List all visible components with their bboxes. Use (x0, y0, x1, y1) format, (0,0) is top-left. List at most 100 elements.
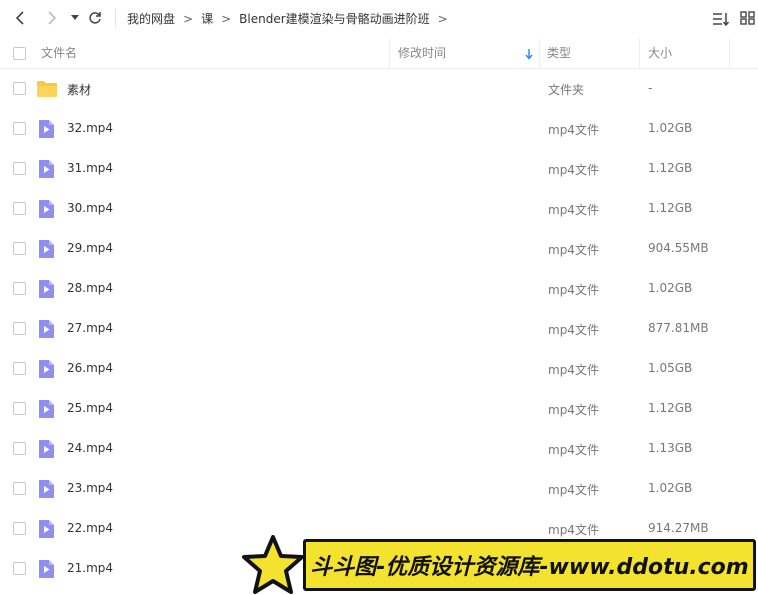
file-size: - (648, 81, 653, 95)
file-name[interactable]: 21.mp4 (67, 561, 113, 575)
file-size: 914.27MB (648, 521, 709, 535)
row-checkbox[interactable] (13, 282, 26, 295)
column-header-type[interactable]: 类型 (547, 38, 571, 69)
file-size: 1.13GB (648, 441, 693, 455)
breadcrumb: 我的网盘 > 课 > Blender建模渲染与骨骼动画进阶班 > (127, 10, 456, 27)
sort-button[interactable] (711, 9, 731, 29)
watermark: 斗斗图-优质设计资源库-www.ddotu.com (240, 534, 758, 595)
folder-icon (36, 79, 57, 99)
file-row[interactable]: 29.mp4 mp4文件 904.55MB (0, 229, 758, 269)
file-size: 1.12GB (648, 201, 693, 215)
column-divider[interactable] (539, 38, 540, 69)
column-divider[interactable] (729, 38, 730, 69)
file-row[interactable]: 31.mp4 mp4文件 1.12GB (0, 149, 758, 189)
file-name[interactable]: 22.mp4 (67, 521, 113, 535)
file-type: mp4文件 (548, 203, 599, 217)
file-name[interactable]: 28.mp4 (67, 281, 113, 295)
history-dropdown-button[interactable] (65, 8, 85, 28)
video-file-icon (37, 519, 57, 539)
file-row[interactable]: 30.mp4 mp4文件 1.12GB (0, 189, 758, 229)
back-button[interactable] (11, 8, 31, 28)
file-size: 1.12GB (648, 401, 693, 415)
video-file-icon (37, 439, 57, 459)
grid-view-icon (740, 11, 755, 25)
row-checkbox[interactable] (13, 202, 26, 215)
video-file-icon (37, 159, 57, 179)
row-checkbox[interactable] (13, 122, 26, 135)
breadcrumb-separator: > (437, 11, 448, 26)
video-file-icon (37, 359, 57, 379)
video-file-icon (37, 239, 57, 259)
file-row[interactable]: 26.mp4 mp4文件 1.05GB (0, 349, 758, 389)
file-type: mp4文件 (548, 283, 599, 297)
chevron-left-icon (15, 11, 24, 25)
file-name[interactable]: 30.mp4 (67, 201, 113, 215)
select-all-checkbox[interactable] (13, 47, 26, 60)
video-file-icon (37, 319, 57, 339)
column-divider[interactable] (639, 38, 640, 69)
file-row[interactable]: 27.mp4 mp4文件 877.81MB (0, 309, 758, 349)
video-file-icon (37, 279, 57, 299)
file-name[interactable]: 24.mp4 (67, 441, 113, 455)
file-size: 904.55MB (648, 241, 709, 255)
row-checkbox[interactable] (13, 322, 26, 335)
file-row[interactable]: 25.mp4 mp4文件 1.12GB (0, 389, 758, 429)
video-file-icon (37, 399, 57, 419)
row-checkbox[interactable] (13, 362, 26, 375)
forward-button[interactable] (41, 8, 61, 28)
file-row[interactable]: 28.mp4 mp4文件 1.02GB (0, 269, 758, 309)
file-name[interactable]: 25.mp4 (67, 401, 113, 415)
file-name[interactable]: 29.mp4 (67, 241, 113, 255)
row-checkbox[interactable] (13, 402, 26, 415)
file-size: 1.12GB (648, 161, 693, 175)
file-name[interactable]: 27.mp4 (67, 321, 113, 335)
video-file-icon (37, 119, 57, 139)
toolbar: 我的网盘 > 课 > Blender建模渲染与骨骼动画进阶班 > (0, 0, 758, 38)
file-row[interactable]: 32.mp4 mp4文件 1.02GB (0, 109, 758, 149)
breadcrumb-item-root[interactable]: 我的网盘 (127, 10, 175, 27)
file-type: mp4文件 (548, 123, 599, 137)
file-name[interactable]: 32.mp4 (67, 121, 113, 135)
view-toggle-button[interactable] (739, 9, 758, 29)
column-divider[interactable] (389, 38, 390, 69)
breadcrumb-separator: > (221, 11, 232, 26)
file-size: 877.81MB (648, 321, 709, 335)
file-name[interactable]: 26.mp4 (67, 361, 113, 375)
file-list-header: 文件名 修改时间 类型 大小 (0, 38, 758, 69)
file-name[interactable]: 素材 (67, 81, 91, 98)
breadcrumb-item-course[interactable]: 课 (201, 10, 213, 27)
file-size: 1.02GB (648, 121, 693, 135)
column-header-modified[interactable]: 修改时间 (398, 38, 446, 69)
toolbar-divider (115, 9, 116, 27)
folder-row[interactable]: 素材 文件夹 - (0, 69, 758, 109)
file-type: mp4文件 (548, 163, 599, 177)
row-checkbox[interactable] (13, 562, 26, 575)
refresh-button[interactable] (85, 8, 105, 28)
column-header-name[interactable]: 文件名 (41, 38, 77, 69)
file-size: 1.02GB (648, 281, 693, 295)
chevron-right-icon (48, 11, 57, 25)
row-checkbox[interactable] (13, 82, 26, 95)
video-file-icon (37, 559, 57, 579)
row-checkbox[interactable] (13, 522, 26, 535)
file-size: 1.02GB (648, 481, 693, 495)
breadcrumb-item-current[interactable]: Blender建模渲染与骨骼动画进阶班 (239, 10, 430, 27)
breadcrumb-separator: > (183, 11, 194, 26)
file-name[interactable]: 31.mp4 (67, 161, 113, 175)
row-checkbox[interactable] (13, 442, 26, 455)
video-file-icon (37, 199, 57, 219)
file-name[interactable]: 23.mp4 (67, 481, 113, 495)
watermark-banner: 斗斗图-优质设计资源库-www.ddotu.com (303, 539, 756, 591)
file-row[interactable]: 23.mp4 mp4文件 1.02GB (0, 469, 758, 509)
row-checkbox[interactable] (13, 242, 26, 255)
file-type: mp4文件 (548, 323, 599, 337)
watermark-text: 斗斗图-优质设计资源库-www.ddotu.com (310, 555, 749, 580)
file-size: 1.05GB (648, 361, 693, 375)
caret-down-icon (71, 15, 79, 20)
row-checkbox[interactable] (13, 162, 26, 175)
sort-arrow-down-icon[interactable] (524, 48, 534, 60)
file-type: 文件夹 (548, 83, 585, 97)
row-checkbox[interactable] (13, 482, 26, 495)
file-row[interactable]: 24.mp4 mp4文件 1.13GB (0, 429, 758, 469)
column-header-size[interactable]: 大小 (648, 38, 672, 69)
